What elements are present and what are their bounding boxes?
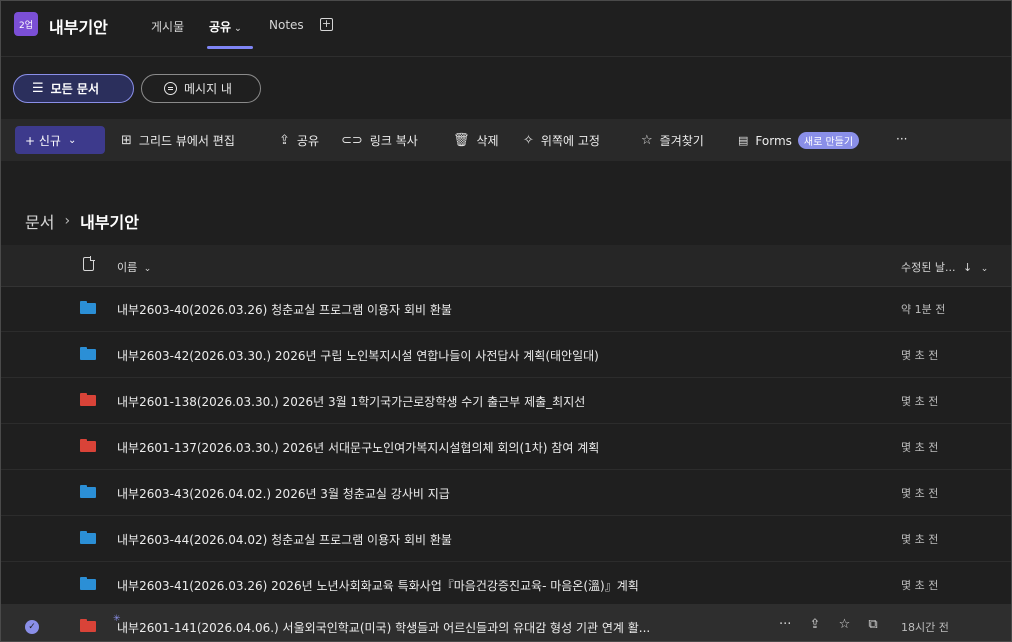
row-modified: 몇 초 전 bbox=[901, 349, 939, 362]
chevron-down-icon: ⌄ bbox=[143, 264, 152, 274]
folder-icon bbox=[80, 485, 96, 498]
breadcrumb: 문서 › 내부기안 bbox=[25, 209, 139, 233]
delete-button[interactable]: 🗑 삭제 bbox=[453, 132, 499, 149]
chevron-right-icon: › bbox=[64, 213, 71, 229]
table-row[interactable]: 내부2603-44(2026.04.02) 청춘교실 프로그램 이용자 회비 환… bbox=[1, 516, 1011, 562]
open-icon[interactable]: ⧉ bbox=[868, 617, 877, 632]
column-name-label: 이름 bbox=[117, 261, 138, 274]
forms-label: Forms bbox=[755, 133, 792, 148]
row-file-name[interactable]: 내부2601-141(2026.04.06.) 서울외국인학교(미국) 학생들과… bbox=[117, 619, 650, 636]
table-row[interactable]: 내부2603-41(2026.03.26) 2026년 노년사회화교육 특화사업… bbox=[1, 562, 1011, 608]
row-file-name[interactable]: 내부2603-42(2026.03.30.) 2026년 구립 노인복지시설 연… bbox=[117, 347, 599, 364]
column-header-modified[interactable]: 수정된 날... ↓ ⌄ bbox=[901, 259, 988, 275]
star-icon[interactable]: ☆ bbox=[839, 617, 851, 632]
all-documents-button[interactable]: ☰ 모든 문서 bbox=[13, 74, 134, 103]
row-file-name[interactable]: 내부2603-40(2026.03.26) 청춘교실 프로그램 이용자 회비 환… bbox=[117, 301, 452, 318]
tab-files[interactable]: 공유 ⌄ bbox=[209, 18, 242, 35]
row-file-name[interactable]: 내부2603-43(2026.04.02.) 2026년 3월 청춘교실 강사비… bbox=[117, 485, 450, 502]
row-modified: 18시간 전 bbox=[901, 621, 949, 634]
table-row[interactable]: 내부2603-43(2026.04.02.) 2026년 3월 청춘교실 강사비… bbox=[1, 470, 1011, 516]
link-icon: ⊂⊃ bbox=[341, 133, 363, 148]
sort-down-icon: ↓ bbox=[962, 261, 973, 274]
more-icon[interactable]: ··· bbox=[779, 617, 791, 632]
copy-link-button[interactable]: ⊂⊃ 링크 복사 bbox=[341, 132, 418, 149]
column-header-name[interactable]: 이름 ⌄ bbox=[117, 259, 151, 275]
more-icon: ··· bbox=[896, 132, 908, 146]
pin-icon: ✧ bbox=[523, 133, 534, 148]
chevron-down-icon: ⌄ bbox=[980, 264, 989, 274]
tab-notes-label: Notes bbox=[269, 18, 304, 32]
grid-icon: ⊞ bbox=[121, 133, 132, 148]
share-button[interactable]: ⇪ 공유 bbox=[279, 132, 319, 149]
edit-grid-view-button[interactable]: ⊞ 그리드 뷰에서 편집 bbox=[121, 132, 235, 149]
breadcrumb-root[interactable]: 문서 bbox=[25, 209, 54, 233]
delete-label: 삭제 bbox=[476, 134, 499, 148]
favorite-label: 즐겨찾기 bbox=[659, 134, 704, 148]
file-type-icon[interactable] bbox=[83, 256, 95, 271]
row-modified: 몇 초 전 bbox=[901, 441, 939, 454]
row-file-name[interactable]: 내부2601-137(2026.03.30.) 2026년 서대문구노인여가복지… bbox=[117, 439, 599, 456]
folder-icon bbox=[80, 393, 96, 406]
menu-icon: ☰ bbox=[32, 81, 44, 96]
edit-grid-view-label: 그리드 뷰에서 편집 bbox=[138, 134, 235, 148]
pin-to-top-label: 위쪽에 고정 bbox=[540, 134, 600, 148]
share-label: 공유 bbox=[296, 134, 319, 148]
tab-posts[interactable]: 게시물 bbox=[151, 18, 184, 35]
header-divider bbox=[1, 56, 1011, 57]
checkmark-icon[interactable]: ✓ bbox=[25, 620, 39, 634]
row-modified: 약 1분 전 bbox=[901, 303, 946, 316]
folder-icon bbox=[80, 577, 96, 590]
row-modified: 몇 초 전 bbox=[901, 487, 939, 500]
folder-icon bbox=[80, 531, 96, 544]
new-button[interactable]: + 신규 ⌄ bbox=[15, 126, 105, 154]
breadcrumb-current: 내부기안 bbox=[80, 213, 139, 232]
team-avatar[interactable]: 2업 bbox=[14, 12, 38, 36]
trash-icon: 🗑 bbox=[453, 133, 470, 148]
tab-files-label: 공유 bbox=[209, 20, 232, 34]
row-modified: 몇 초 전 bbox=[901, 533, 939, 546]
table-row[interactable]: 내부2603-42(2026.03.30.) 2026년 구립 노인복지시설 연… bbox=[1, 332, 1011, 378]
table-row[interactable]: 내부2601-138(2026.03.30.) 2026년 3월 1학기국가근로… bbox=[1, 378, 1011, 424]
column-modified-label: 수정된 날... bbox=[901, 261, 956, 274]
row-modified: 몇 초 전 bbox=[901, 395, 939, 408]
forms-button[interactable]: ▤ Forms 새로 만들기 bbox=[738, 132, 860, 149]
channel-header: 2업 내부기안 게시물 공유 ⌄ Notes + bbox=[1, 1, 1011, 49]
table-row-selected[interactable]: ✓ ✳ 내부2601-141(2026.04.06.) 서울외국인학교(미국) … bbox=[1, 604, 1011, 641]
active-tab-indicator bbox=[207, 46, 253, 49]
folder-icon bbox=[80, 301, 96, 314]
pin-to-top-button[interactable]: ✧ 위쪽에 고정 bbox=[523, 132, 600, 149]
tab-notes[interactable]: Notes bbox=[269, 18, 304, 32]
command-bar: + 신규 ⌄ ⊞ 그리드 뷰에서 편집 ⇪ 공유 ⊂⊃ 링크 복사 🗑 삭제 ✧… bbox=[1, 119, 1011, 161]
tab-posts-label: 게시물 bbox=[151, 20, 185, 34]
table-row[interactable]: 내부2601-137(2026.03.30.) 2026년 서대문구노인여가복지… bbox=[1, 424, 1011, 470]
forms-new-badge[interactable]: 새로 만들기 bbox=[797, 132, 860, 149]
new-button-label: + 신규 bbox=[25, 133, 61, 148]
chevron-down-icon: ⌄ bbox=[67, 134, 77, 146]
add-tab-icon[interactable]: + bbox=[320, 18, 333, 31]
forms-icon: ▤ bbox=[738, 134, 749, 147]
more-options-button[interactable]: ··· bbox=[896, 132, 907, 146]
channel-title: 내부기안 bbox=[49, 18, 108, 37]
folder-icon bbox=[80, 619, 96, 632]
row-modified: 몇 초 전 bbox=[901, 579, 939, 592]
row-file-name[interactable]: 내부2601-138(2026.03.30.) 2026년 3월 1학기국가근로… bbox=[117, 393, 585, 410]
favorite-button[interactable]: ☆ 즐겨찾기 bbox=[641, 132, 704, 149]
star-icon: ☆ bbox=[641, 133, 653, 148]
chevron-down-icon[interactable]: ⌄ bbox=[234, 24, 242, 34]
share-icon: ⇪ bbox=[279, 133, 290, 148]
row-actions: ··· ⇪ ☆ ⧉ bbox=[779, 617, 892, 632]
table-header: 이름 ⌄ 수정된 날... ↓ ⌄ bbox=[1, 245, 1011, 287]
folder-icon bbox=[80, 347, 96, 360]
row-file-name[interactable]: 내부2603-44(2026.04.02) 청춘교실 프로그램 이용자 회비 환… bbox=[117, 531, 452, 548]
in-messages-button[interactable]: 메시지 내 bbox=[141, 74, 261, 103]
app-window: 2업 내부기안 게시물 공유 ⌄ Notes + ☰ 모든 문서 메시지 내 + … bbox=[0, 0, 1012, 642]
all-documents-label: 모든 문서 bbox=[50, 82, 99, 96]
folder-icon bbox=[80, 439, 96, 452]
chat-icon bbox=[164, 82, 177, 95]
share-icon[interactable]: ⇪ bbox=[810, 617, 821, 632]
copy-link-label: 링크 복사 bbox=[369, 134, 418, 148]
row-file-name[interactable]: 내부2603-41(2026.03.26) 2026년 노년사회화교육 특화사업… bbox=[117, 577, 639, 594]
in-messages-label: 메시지 내 bbox=[184, 82, 232, 96]
table-row[interactable]: 내부2603-40(2026.03.26) 청춘교실 프로그램 이용자 회비 환… bbox=[1, 286, 1011, 332]
